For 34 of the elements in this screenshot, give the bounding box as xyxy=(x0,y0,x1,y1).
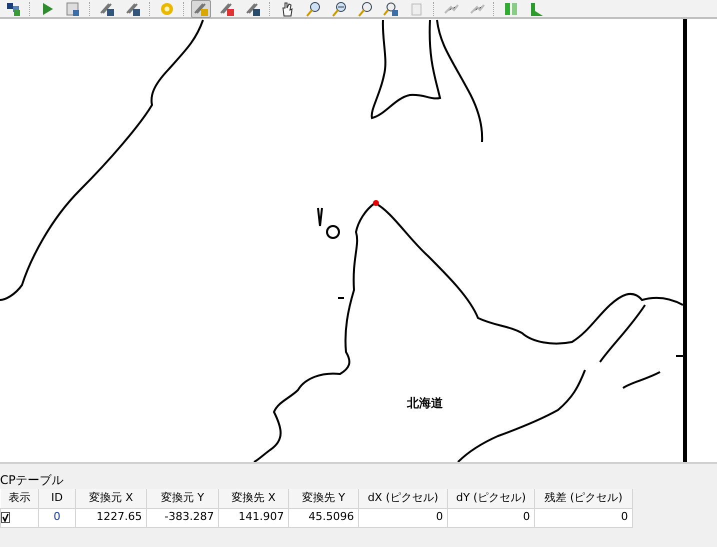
histogram-icon xyxy=(529,0,545,16)
panel-title: CPテーブル xyxy=(0,472,65,489)
document-icon xyxy=(65,0,81,16)
table-cell: -383.287 xyxy=(146,508,218,527)
table-cell: 0 xyxy=(358,508,448,527)
layer-icon xyxy=(99,0,115,16)
zoom-in-icon xyxy=(305,0,321,16)
column-header[interactable]: 残差 (ピクセル) xyxy=(534,489,632,508)
column-header[interactable]: ID xyxy=(38,489,76,508)
column-header[interactable]: 変換先 X xyxy=(218,489,288,508)
table-cell: 0 xyxy=(448,508,534,527)
column-header[interactable]: 表示 xyxy=(0,489,38,508)
table-cell: 0 xyxy=(534,508,632,527)
delete-point-icon xyxy=(219,0,235,16)
table-cell: 1227.65 xyxy=(76,508,146,527)
table-cell: 45.5096 xyxy=(288,508,358,527)
add-point-icon xyxy=(193,0,209,16)
map-label: 北海道 xyxy=(407,395,443,412)
table-cell: 0 xyxy=(38,508,76,527)
move-point-icon xyxy=(245,0,261,16)
gear-icon xyxy=(159,0,175,16)
column-header[interactable]: 変換元 X xyxy=(76,489,146,508)
gcp-point-marker xyxy=(373,200,379,206)
column-header[interactable]: 変換元 Y xyxy=(146,489,218,508)
column-header[interactable]: dY (ピクセル) xyxy=(448,489,534,508)
raster-layer-icon xyxy=(5,0,21,16)
zoom-out-icon xyxy=(331,0,347,16)
checkbox[interactable] xyxy=(1,512,10,523)
column-header[interactable]: 変換先 Y xyxy=(288,489,358,508)
layer-icon xyxy=(125,0,141,16)
column-header[interactable]: dX (ピクセル) xyxy=(358,489,448,508)
columns-icon xyxy=(503,0,519,16)
table-cell: 141.907 xyxy=(218,508,288,527)
toolbar-button[interactable] xyxy=(381,0,401,18)
